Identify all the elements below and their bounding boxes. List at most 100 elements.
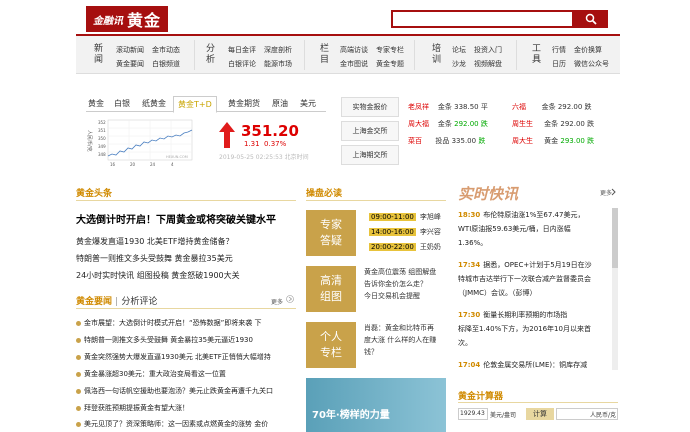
headline-link[interactable]: 黄金爆发直逼1930 北美ETF增持黄金储备？ bbox=[76, 236, 233, 247]
news-item[interactable]: 佩洛西一句话帆空援助也要泡汤？美元止跌黄金再遭千九关口 bbox=[76, 386, 273, 396]
news-item[interactable]: 拜登获胜预期提振黄金有望大涨！ bbox=[76, 403, 189, 413]
nav-link[interactable]: 专家专栏 bbox=[376, 43, 404, 57]
calculate-button[interactable]: 计算 bbox=[526, 408, 554, 420]
target-unit-select[interactable]: 人民币/克 bbox=[556, 408, 618, 420]
section-divider bbox=[76, 200, 296, 201]
nav-link[interactable]: 白银频道 bbox=[152, 57, 180, 71]
nav-link[interactable]: 日历 bbox=[552, 57, 566, 71]
news-item[interactable]: 黄金突然强势大爆发直逼1930美元 北美ETF正悄悄大幅增持 bbox=[76, 352, 271, 362]
nav-divider bbox=[414, 40, 415, 70]
nav-link[interactable]: 论坛 bbox=[452, 43, 466, 57]
search-button[interactable] bbox=[574, 10, 608, 28]
chart-xtick: 16 bbox=[110, 162, 116, 167]
nav-divider bbox=[304, 40, 305, 70]
tab-gold-td[interactable]: 黄金T+D bbox=[173, 96, 217, 113]
nav-link[interactable]: 微信公众号 bbox=[574, 57, 609, 71]
nav-links-training: 论坛 投资入门 沙龙 视频解盘 bbox=[452, 43, 502, 71]
tab-analysis[interactable]: 分析评论 bbox=[121, 297, 157, 307]
tab-important-news[interactable]: 黄金要闻 bbox=[76, 297, 112, 307]
search-icon bbox=[585, 13, 597, 25]
tile-expert-qa[interactable]: 专家 答疑 bbox=[306, 210, 356, 256]
nav-link[interactable]: 深度剖析 bbox=[264, 43, 292, 57]
nav-links-analysis: 每日金评 深度剖析 白银评论 能源市场 bbox=[228, 43, 292, 71]
nav-links-columns: 高端访谈 专家专栏 金市图说 黄金专题 bbox=[340, 43, 404, 71]
nav-link[interactable]: 黄金专题 bbox=[376, 57, 404, 71]
nav-category-tools: 工具 bbox=[532, 44, 542, 65]
scrollbar-thumb[interactable] bbox=[612, 208, 618, 268]
quote-row: 周生生 金条 292.00 跌 bbox=[512, 120, 595, 128]
tab-crude-oil[interactable]: 原油 bbox=[272, 98, 288, 109]
section-title-headlines: 黄金头条 bbox=[76, 189, 113, 199]
news-item[interactable]: 美元见顶了？资深策略师：这一因素或点燃黄金的涨势 金价 bbox=[76, 419, 268, 429]
up-arrow-icon bbox=[219, 122, 235, 148]
price-change: 1.31 0.37% bbox=[244, 140, 286, 148]
nav-link[interactable]: 视频解盘 bbox=[474, 57, 502, 71]
news-flash[interactable]: 17:30 衡量长期利率预期的市场指 标降至1.40%下方，为2016年10月以来首… bbox=[458, 308, 608, 350]
headline-link[interactable]: 24小时实时快讯 组图投稿 黄金怒破1900大关 bbox=[76, 270, 240, 281]
change-percent: 0.37% bbox=[264, 140, 287, 148]
nav-link[interactable]: 沙龙 bbox=[452, 57, 466, 71]
nav-link[interactable]: 金价换算 bbox=[574, 43, 609, 57]
nav-category-training: 培训 bbox=[432, 44, 442, 65]
nav-link[interactable]: 行情 bbox=[552, 43, 566, 57]
calculator-input[interactable]: 1929.43 bbox=[458, 408, 488, 420]
tab-usd[interactable]: 美元 bbox=[300, 98, 316, 109]
gold-price: 351.20 bbox=[241, 122, 299, 140]
section-title-analysis: 操盘必读 bbox=[306, 189, 343, 199]
nav-links-tools: 行情 金价换算 日历 微信公众号 bbox=[552, 43, 609, 71]
chart-ytick: 350 bbox=[98, 136, 106, 141]
chevron-right-icon[interactable] bbox=[611, 188, 617, 196]
tile-personal-column[interactable]: 个人 专栏 bbox=[306, 322, 356, 368]
nav-link[interactable]: 金市图说 bbox=[340, 57, 368, 71]
nav-divider bbox=[516, 40, 517, 70]
quote-row: 菜百 投品 335.00 跌 bbox=[408, 137, 486, 145]
top-headline[interactable]: 大选倒计时开启！下周黄金或将突破关键水平 bbox=[76, 211, 276, 226]
exchange-sge[interactable]: 上海金交所 bbox=[341, 121, 399, 141]
tab-gold-futures[interactable]: 黄金期货 bbox=[228, 98, 260, 109]
tile-hd-images[interactable]: 高清 组图 bbox=[306, 266, 356, 312]
news-item[interactable]: 金市展望：大选倒计时模式开启！“恐怖数据”即将来袭 下 bbox=[76, 318, 261, 328]
quote-row: 老凤祥 金条 338.50 平 bbox=[408, 103, 488, 111]
nav-link[interactable]: 滚动新闻 bbox=[116, 43, 144, 57]
nav-link[interactable]: 高端访谈 bbox=[340, 43, 368, 57]
quote-row: 周大福 金条 292.00 跌 bbox=[408, 120, 488, 128]
column-article-link[interactable]: 肖磊：黄金和比特币再 度大涨 什么样的人在赚 钱？ bbox=[364, 322, 444, 358]
calculator-unit: 美元/盎司 bbox=[490, 412, 517, 419]
nav-link[interactable]: 每日金评 bbox=[228, 43, 256, 57]
more-link[interactable]: 更多 bbox=[271, 297, 283, 306]
section-divider bbox=[458, 402, 618, 403]
image-story-links[interactable]: 黄金高位震荡 组图解盘 告诉你金价怎么走？ 今日交易机会提醒 bbox=[364, 266, 444, 302]
nav-link[interactable]: 投资入门 bbox=[474, 43, 502, 57]
quote-timestamp: 2019-05-25 02:25:53 北京时间 bbox=[219, 154, 309, 161]
nav-link[interactable]: 黄金要闻 bbox=[116, 57, 144, 71]
nav-link[interactable]: 能源市场 bbox=[264, 57, 292, 71]
realtime-scrollbar[interactable] bbox=[612, 208, 618, 370]
quote-row: 六福 金条 292.00 跌 bbox=[512, 103, 592, 111]
chart-ytick: 348 bbox=[98, 152, 106, 157]
news-flash[interactable]: 17:04 伦敦金属交易所(LME)：铜库存减 bbox=[458, 358, 608, 372]
news-flash[interactable]: 18:30 布伦特原油涨1%至67.47美元， WTI原油报59.63美元/桶，日内… bbox=[458, 208, 608, 250]
tab-gold[interactable]: 黄金 bbox=[88, 98, 104, 109]
chevron-right-icon[interactable] bbox=[286, 295, 294, 303]
headline-link[interactable]: 特朗普一则推文多头受鼓舞 黄金暴拉35美元 bbox=[76, 253, 233, 264]
search-input[interactable] bbox=[391, 10, 574, 28]
exchange-shfe[interactable]: 上海期交所 bbox=[341, 145, 399, 165]
news-flash[interactable]: 17:34 据悉，OPEC+计划于5月19日在沙 特城市吉达举行下一次联合减产监督委… bbox=[458, 258, 608, 300]
promo-banner[interactable]: 70年·榜样的力量 bbox=[306, 378, 446, 432]
tab-silver[interactable]: 白银 bbox=[114, 98, 130, 109]
nav-link[interactable]: 白银评论 bbox=[228, 57, 256, 71]
news-item[interactable]: 特朗普一则推文多头受鼓舞 黄金暴拉35美元逼近1930 bbox=[76, 335, 253, 345]
section-title-realtime: 实时快讯 bbox=[458, 185, 519, 203]
live-session[interactable]: 20:00-22:00 王奶奶 bbox=[369, 242, 441, 252]
live-session[interactable]: 09:00-11:00 李旭峰 bbox=[369, 212, 441, 222]
live-session[interactable]: 14:00-16:00 李兴容 bbox=[369, 227, 441, 237]
site-logo[interactable]: 金融讯 黄金 bbox=[86, 6, 168, 32]
chart-ylabel: 人民币/克 bbox=[86, 130, 93, 152]
chart-ytick: 349 bbox=[98, 144, 106, 149]
chart-ytick: 351 bbox=[98, 128, 106, 133]
main-nav: 新闻 滚动新闻 金市动态 黄金要闻 白银频道 分析 每日金评 深度剖析 白银评论 能源市场 … bbox=[76, 36, 620, 74]
tab-paper-gold[interactable]: 纸黄金 bbox=[142, 98, 166, 109]
exchange-physical-gold[interactable]: 实物金报价 bbox=[341, 97, 399, 117]
news-item[interactable]: 黄金暴涨超30美元：重大政治变局看这一位置 bbox=[76, 369, 226, 379]
nav-link[interactable]: 金市动态 bbox=[152, 43, 180, 57]
